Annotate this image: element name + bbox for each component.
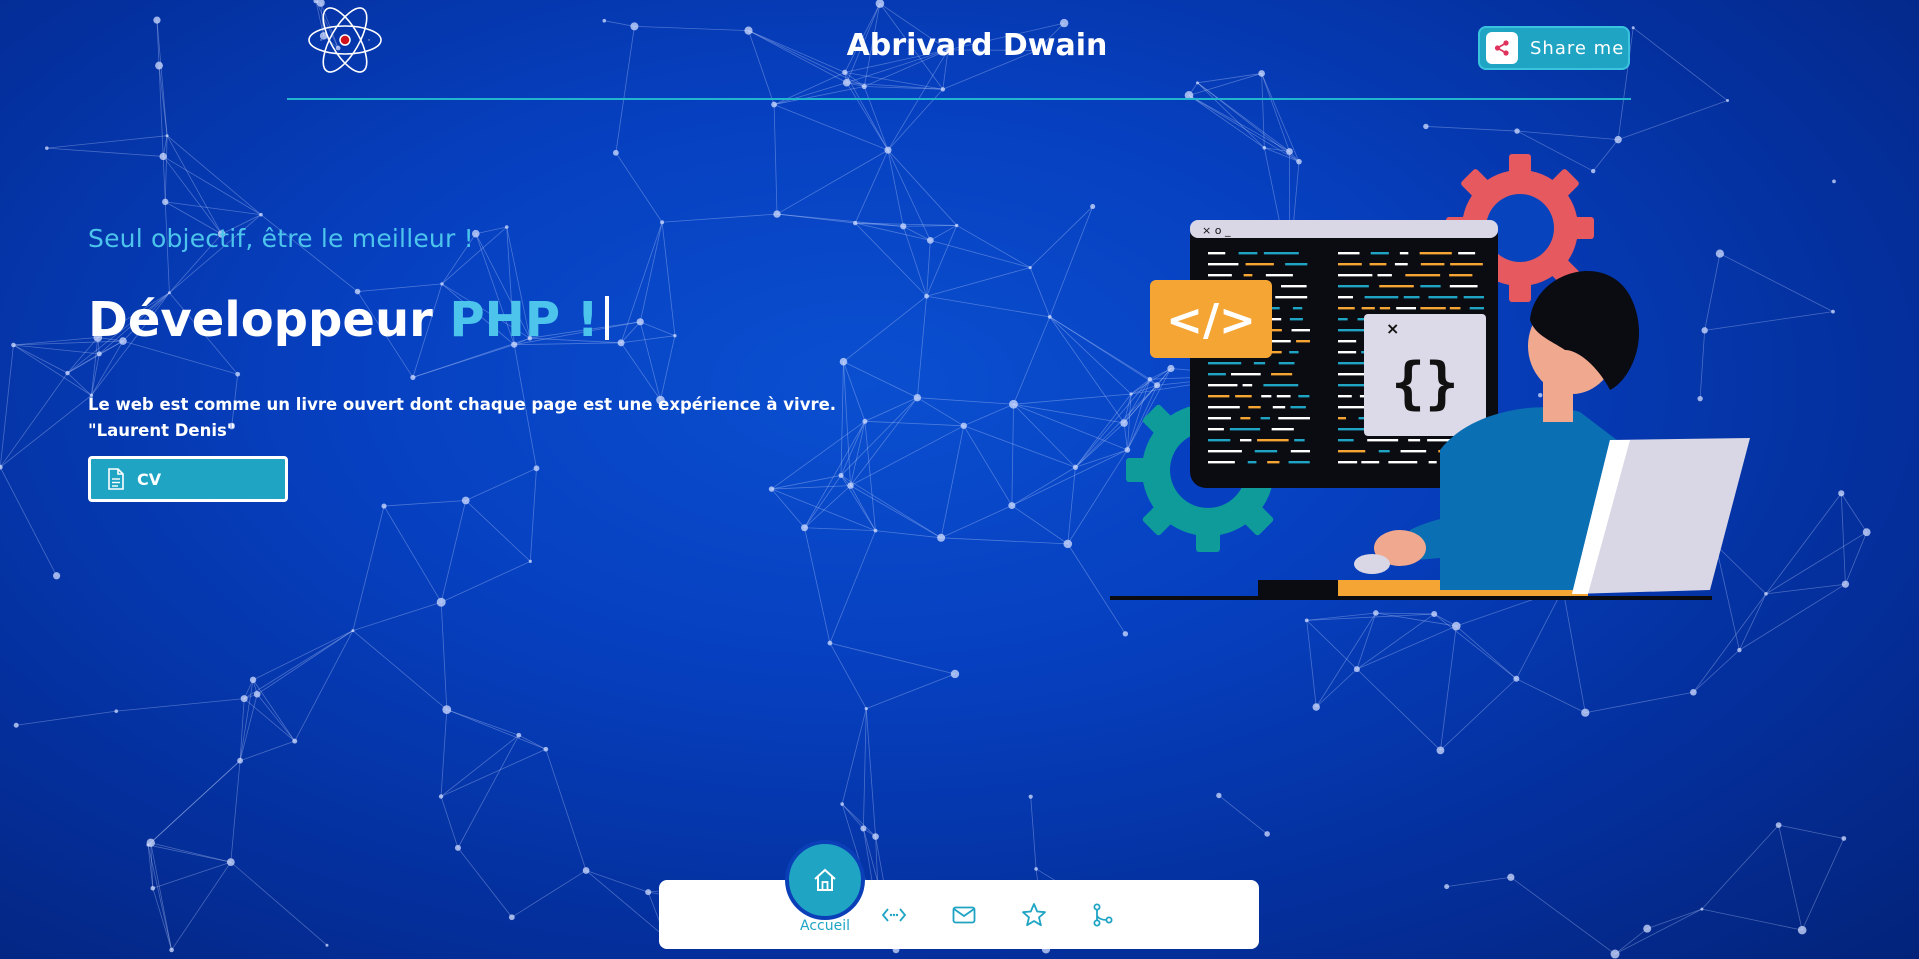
site-title: Abrivard Dwain <box>846 28 1108 63</box>
quote: Le web est comme un livre ouvert dont ch… <box>88 392 836 444</box>
headline-accent: PHP ! <box>449 292 599 348</box>
svg-text:×: × <box>1386 319 1399 338</box>
share-icon <box>1486 32 1518 64</box>
share-button[interactable]: Share me <box>1478 26 1630 70</box>
share-label: Share me <box>1530 37 1625 59</box>
svg-text:</>: </> <box>1166 295 1256 346</box>
svg-text:× o _: × o _ <box>1202 224 1231 237</box>
cv-button[interactable]: CV <box>88 456 288 502</box>
tagline: Seul objectif, être le meilleur ! <box>88 224 474 253</box>
nav-git-button[interactable] <box>1086 898 1120 932</box>
nav-home-label: Accueil <box>800 918 850 934</box>
star-icon <box>1022 903 1046 927</box>
header-divider <box>287 98 1631 100</box>
developer-illustration: × o _ </> × {} <box>1110 154 1750 600</box>
quote-text: Le web est comme un livre ouvert dont ch… <box>88 395 837 414</box>
code-icon <box>881 908 907 922</box>
document-icon <box>108 468 124 490</box>
cv-label: CV <box>137 469 162 489</box>
svg-text:·: · <box>368 36 371 46</box>
svg-text:·: · <box>344 12 347 22</box>
mail-icon <box>952 906 976 924</box>
svg-text:{}: {} <box>1391 351 1458 416</box>
svg-text:·: · <box>344 59 347 69</box>
nav-home-button[interactable] <box>785 840 865 920</box>
home-icon <box>814 868 836 891</box>
quote-author: "Laurent Denis" <box>88 421 236 440</box>
svg-text:·: · <box>320 36 323 46</box>
typing-cursor <box>604 296 609 340</box>
headline-prefix: Développeur <box>88 292 450 348</box>
nav-code-button[interactable] <box>877 898 911 932</box>
atom-logo-icon: · · · · <box>308 7 382 73</box>
nav-favorites-button[interactable] <box>1017 898 1051 932</box>
nav-contact-button[interactable] <box>947 898 981 932</box>
page-title: Développeur PHP ! <box>88 292 609 348</box>
git-branch-icon <box>1093 903 1113 927</box>
